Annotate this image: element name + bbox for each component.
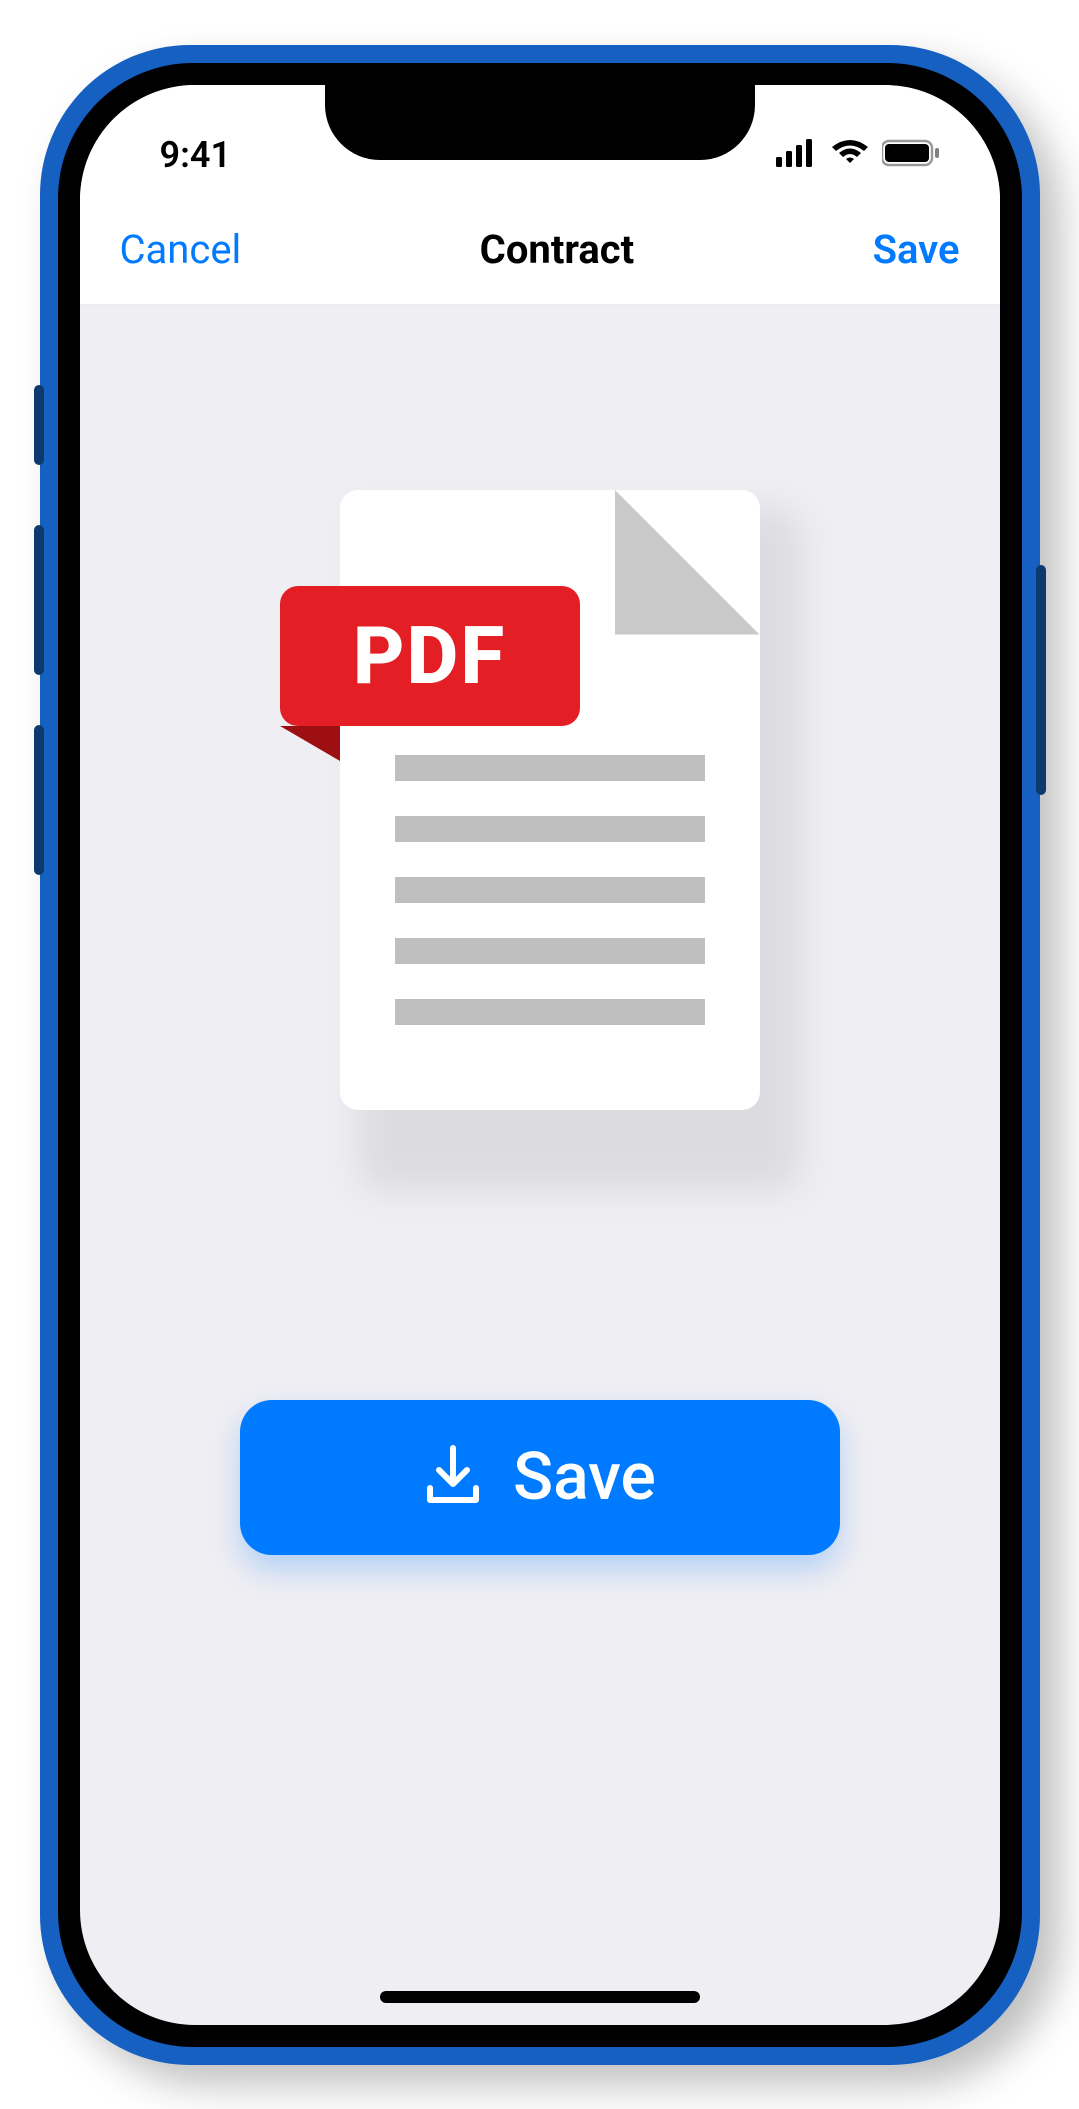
volume-down-button <box>34 725 44 875</box>
navigation-bar: Cancel Contract Save <box>80 195 1000 305</box>
pdf-badge-label: PDF <box>353 609 507 703</box>
cellular-icon <box>776 139 818 171</box>
notch <box>325 85 755 160</box>
page-title: Contract <box>480 226 635 273</box>
cancel-button[interactable]: Cancel <box>120 226 242 273</box>
document-lines <box>395 755 705 1025</box>
document-page <box>340 490 760 1110</box>
volume-up-button <box>34 525 44 675</box>
wifi-icon <box>830 139 870 171</box>
save-button[interactable]: Save <box>240 1400 840 1555</box>
pdf-badge: PDF <box>280 586 580 726</box>
silent-switch <box>34 385 44 465</box>
nav-save-button[interactable]: Save <box>873 226 960 273</box>
screen: 9:41 <box>80 85 1000 2025</box>
status-indicators <box>776 139 940 171</box>
battery-icon <box>882 139 940 171</box>
phone-frame: 9:41 <box>40 45 1040 2065</box>
phone-bezel: 9:41 <box>58 63 1022 2047</box>
power-button <box>1036 565 1046 795</box>
status-time: 9:41 <box>160 134 232 176</box>
page-fold-icon <box>615 490 760 635</box>
download-icon <box>423 1443 483 1511</box>
save-button-label: Save <box>513 1439 656 1516</box>
home-indicator[interactable] <box>380 1991 700 2003</box>
pdf-document-icon: PDF <box>280 490 800 1190</box>
content-area: PDF Save <box>80 305 1000 1555</box>
